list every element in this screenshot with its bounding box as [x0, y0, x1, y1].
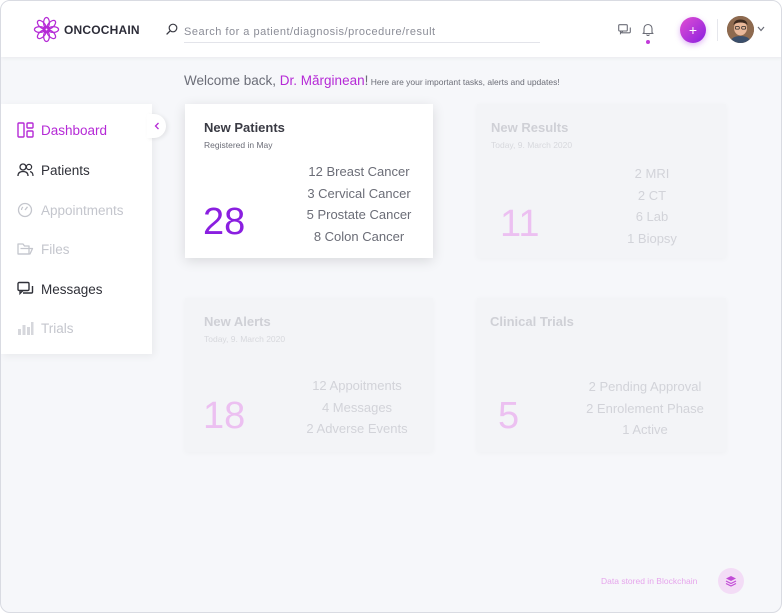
files-icon [17, 243, 34, 255]
card-count: 18 [203, 395, 246, 437]
notification-dot [646, 40, 650, 44]
breakdown-item: 2 Adverse Events [306, 421, 408, 437]
sidebar-item-label: Dashboard [41, 122, 108, 138]
sidebar-item-dashboard[interactable]: Dashboard [17, 120, 107, 140]
app-window: ONCOCHAIN + [0, 0, 782, 613]
card-breakdown: 12 Breast Cancer 3 Cervical Cancer 5 Pro… [295, 161, 423, 248]
card-count: 11 [500, 203, 540, 245]
breakdown-item: 12 Appoitments [312, 378, 402, 393]
search-input[interactable] [184, 21, 540, 43]
oncochain-logo[interactable] [33, 16, 60, 43]
card-subtitle: Registered in May [204, 140, 273, 150]
trials-icon [18, 322, 34, 335]
card-breakdown: 12 Appoitments 4 Messages 2 Adverse Even… [295, 375, 419, 440]
breakdown-item: 12 Breast Cancer [308, 164, 410, 179]
sidebar-item-files[interactable]: Files [17, 239, 70, 259]
layers-icon [725, 576, 737, 587]
breakdown-item: 2 Pending Approval [588, 379, 702, 394]
breakdown-item: 8 Colon Cancer [313, 229, 405, 245]
sidebar-item-messages[interactable]: Messages [17, 279, 103, 299]
breakdown-item: 4 Messages [321, 399, 393, 415]
card-clinical-trials[interactable]: Clinical Trials 5 2 Pending Approval 2 E… [477, 298, 726, 452]
card-breakdown: 2 MRI 2 CT 6 Lab 1 Biopsy [597, 163, 707, 250]
breakdown-item: 6 Lab [635, 209, 669, 225]
appointments-icon [17, 202, 33, 218]
breakdown-item: 3 Cervical Cancer [307, 185, 411, 201]
sidebar-item-label: Appointments [41, 202, 124, 218]
welcome-subtitle: Here are your important tasks, alerts an… [368, 77, 560, 87]
avatar[interactable] [727, 16, 754, 43]
brand-name: ONCOCHAIN [64, 23, 140, 37]
chat-icon[interactable] [618, 24, 631, 36]
top-bar: ONCOCHAIN + [1, 1, 781, 57]
sidebar-item-trials[interactable]: Trials [17, 318, 74, 338]
blockchain-button[interactable] [718, 568, 744, 594]
sidebar-item-appointments[interactable]: Appointments [17, 200, 124, 220]
card-title: Clinical Trials [490, 314, 574, 329]
sidebar-item-label: Messages [41, 281, 103, 297]
dashboard-icon [17, 122, 34, 138]
sidebar [1, 104, 152, 354]
welcome-prefix: Welcome back, [184, 73, 280, 88]
card-new-alerts[interactable]: New Alerts Today, 9. March 2020 18 12 Ap… [185, 298, 433, 452]
header-divider [717, 19, 718, 41]
card-count: 28 [203, 201, 246, 243]
chevron-down-icon[interactable] [757, 26, 765, 32]
breakdown-item: 2 CT [637, 187, 667, 203]
sidebar-item-patients[interactable]: Patients [17, 160, 90, 180]
card-new-patients[interactable]: New Patients Registered in May 28 12 Bre… [185, 104, 433, 258]
welcome-message: Welcome back, Dr. Mărginean! Here are yo… [184, 73, 560, 88]
sidebar-collapse-button[interactable] [147, 114, 166, 138]
doctor-name: Dr. Mărginean [279, 73, 365, 88]
search-icon [166, 23, 178, 35]
add-button[interactable]: + [680, 17, 706, 43]
card-title: New Patients [204, 120, 285, 135]
messages-icon [17, 281, 34, 296]
bell-icon[interactable] [642, 23, 654, 36]
card-new-results[interactable]: New Results Today, 9. March 2020 11 2 MR… [477, 104, 726, 258]
card-count: 5 [498, 395, 520, 437]
sidebar-item-label: Trials [41, 320, 74, 336]
sidebar-item-label: Patients [41, 162, 90, 178]
card-title: New Results [491, 120, 569, 135]
breakdown-item: 5 Prostate Cancer [306, 207, 412, 223]
breakdown-item: 2 MRI [634, 166, 670, 181]
card-subtitle: Today, 9. March 2020 [491, 140, 573, 150]
card-breakdown: 2 Pending Approval 2 Enrolement Phase 1 … [572, 376, 718, 441]
sidebar-item-label: Files [41, 241, 70, 257]
blockchain-status-label: Data stored in Blockchain [601, 576, 698, 586]
breakdown-item: 1 Biopsy [627, 231, 677, 247]
chevron-left-icon [154, 122, 159, 130]
card-title: New Alerts [204, 314, 271, 329]
breakdown-item: 2 Enrolement Phase [586, 400, 704, 416]
breakdown-item: 1 Active [622, 422, 668, 438]
card-subtitle: Today, 9. March 2020 [204, 334, 286, 344]
patients-icon [17, 163, 34, 177]
